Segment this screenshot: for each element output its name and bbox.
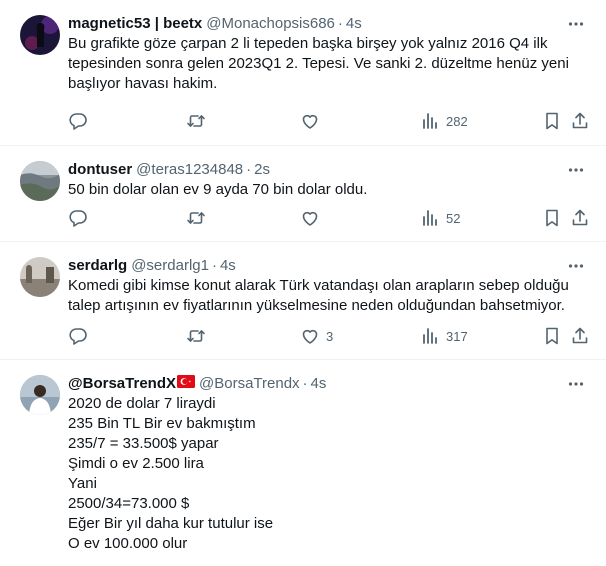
bookmark-icon bbox=[546, 327, 558, 345]
retweet-button[interactable] bbox=[186, 208, 212, 228]
views-button[interactable]: 52 bbox=[420, 208, 460, 228]
share-button[interactable] bbox=[570, 208, 590, 228]
display-name[interactable]: @BorsaTrendX bbox=[68, 374, 176, 394]
like-button[interactable] bbox=[300, 208, 326, 228]
separator: · bbox=[246, 161, 252, 178]
reply-icon bbox=[69, 328, 87, 345]
views-icon bbox=[423, 210, 437, 226]
tweet-text: 2020 de dolar 7 liraydi 235 Bin TL Bir e… bbox=[68, 395, 274, 552]
timestamp[interactable]: 4s bbox=[346, 14, 362, 34]
reply-button[interactable] bbox=[68, 111, 94, 131]
heart-icon bbox=[302, 114, 318, 129]
tweet-text: Komedi gibi kimse konut alarak Türk vata… bbox=[68, 277, 574, 314]
turkey-flag-icon bbox=[177, 374, 195, 394]
tweet-text: 50 bin dolar olan ev 9 ayda 70 bin dolar… bbox=[68, 181, 368, 198]
more-options-icon[interactable] bbox=[564, 12, 588, 36]
retweet-icon bbox=[187, 212, 205, 224]
more-options-icon[interactable] bbox=[564, 254, 588, 278]
more-options-icon[interactable] bbox=[564, 372, 588, 396]
views-count: 317 bbox=[446, 328, 468, 344]
user-handle[interactable]: @Monachopsis686 bbox=[206, 14, 335, 34]
tweet[interactable]: @BorsaTrendX @BorsaTrendx · 4s 2020 de d… bbox=[0, 360, 606, 566]
tweet[interactable]: magnetic53 | beetx @Monachopsis686 · 4s … bbox=[0, 0, 606, 146]
display-name[interactable]: serdarlg bbox=[68, 256, 127, 276]
avatar[interactable] bbox=[20, 375, 60, 415]
display-name[interactable]: dontuser bbox=[68, 160, 132, 180]
timestamp[interactable]: 2s bbox=[254, 160, 270, 180]
avatar[interactable] bbox=[20, 15, 60, 55]
user-handle[interactable]: @BorsaTrendx bbox=[199, 374, 300, 394]
bookmark-icon bbox=[546, 112, 558, 130]
views-count: 282 bbox=[446, 113, 468, 129]
reply-icon bbox=[69, 113, 87, 130]
bookmark-button[interactable] bbox=[542, 326, 562, 346]
tweet[interactable]: serdarlg @serdarlg1 · 4s Komedi gibi kim… bbox=[0, 242, 606, 360]
separator: · bbox=[337, 15, 343, 32]
like-button[interactable] bbox=[300, 111, 326, 131]
display-name[interactable]: magnetic53 | beetx bbox=[68, 14, 202, 34]
user-handle[interactable]: @serdarlg1 bbox=[131, 256, 209, 276]
bookmark-button[interactable] bbox=[542, 208, 562, 228]
share-button[interactable] bbox=[570, 326, 590, 346]
like-button[interactable]: 3 bbox=[300, 326, 333, 346]
heart-icon bbox=[302, 329, 318, 344]
bookmark-icon bbox=[546, 209, 558, 227]
user-handle[interactable]: @teras1234848 bbox=[136, 160, 243, 180]
more-options-icon[interactable] bbox=[564, 158, 588, 182]
share-icon bbox=[572, 112, 588, 129]
reply-icon bbox=[69, 210, 87, 227]
timestamp[interactable]: 4s bbox=[220, 256, 236, 276]
share-icon bbox=[572, 209, 588, 226]
reply-button[interactable] bbox=[68, 326, 94, 346]
separator: · bbox=[211, 257, 217, 274]
retweet-icon bbox=[187, 115, 205, 127]
like-count: 3 bbox=[326, 328, 334, 344]
views-button[interactable]: 282 bbox=[420, 111, 468, 131]
retweet-button[interactable] bbox=[186, 111, 212, 131]
bookmark-button[interactable] bbox=[542, 111, 562, 131]
retweet-icon bbox=[187, 330, 205, 342]
separator: · bbox=[302, 375, 308, 392]
share-button[interactable] bbox=[570, 111, 590, 131]
views-count: 52 bbox=[446, 210, 461, 226]
retweet-button[interactable] bbox=[186, 326, 212, 346]
avatar[interactable] bbox=[20, 161, 60, 201]
tweet[interactable]: dontuser @teras1234848 · 2s 50 bin dolar… bbox=[0, 146, 606, 242]
views-button[interactable]: 317 bbox=[420, 326, 468, 346]
tweet-text: Bu grafikte göze çarpan 2 li tepeden baş… bbox=[68, 35, 574, 92]
timestamp[interactable]: 4s bbox=[311, 374, 327, 394]
views-icon bbox=[423, 113, 437, 129]
reply-button[interactable] bbox=[68, 208, 94, 228]
share-icon bbox=[572, 327, 588, 344]
heart-icon bbox=[302, 211, 318, 226]
avatar[interactable] bbox=[20, 257, 60, 297]
views-icon bbox=[423, 328, 437, 344]
